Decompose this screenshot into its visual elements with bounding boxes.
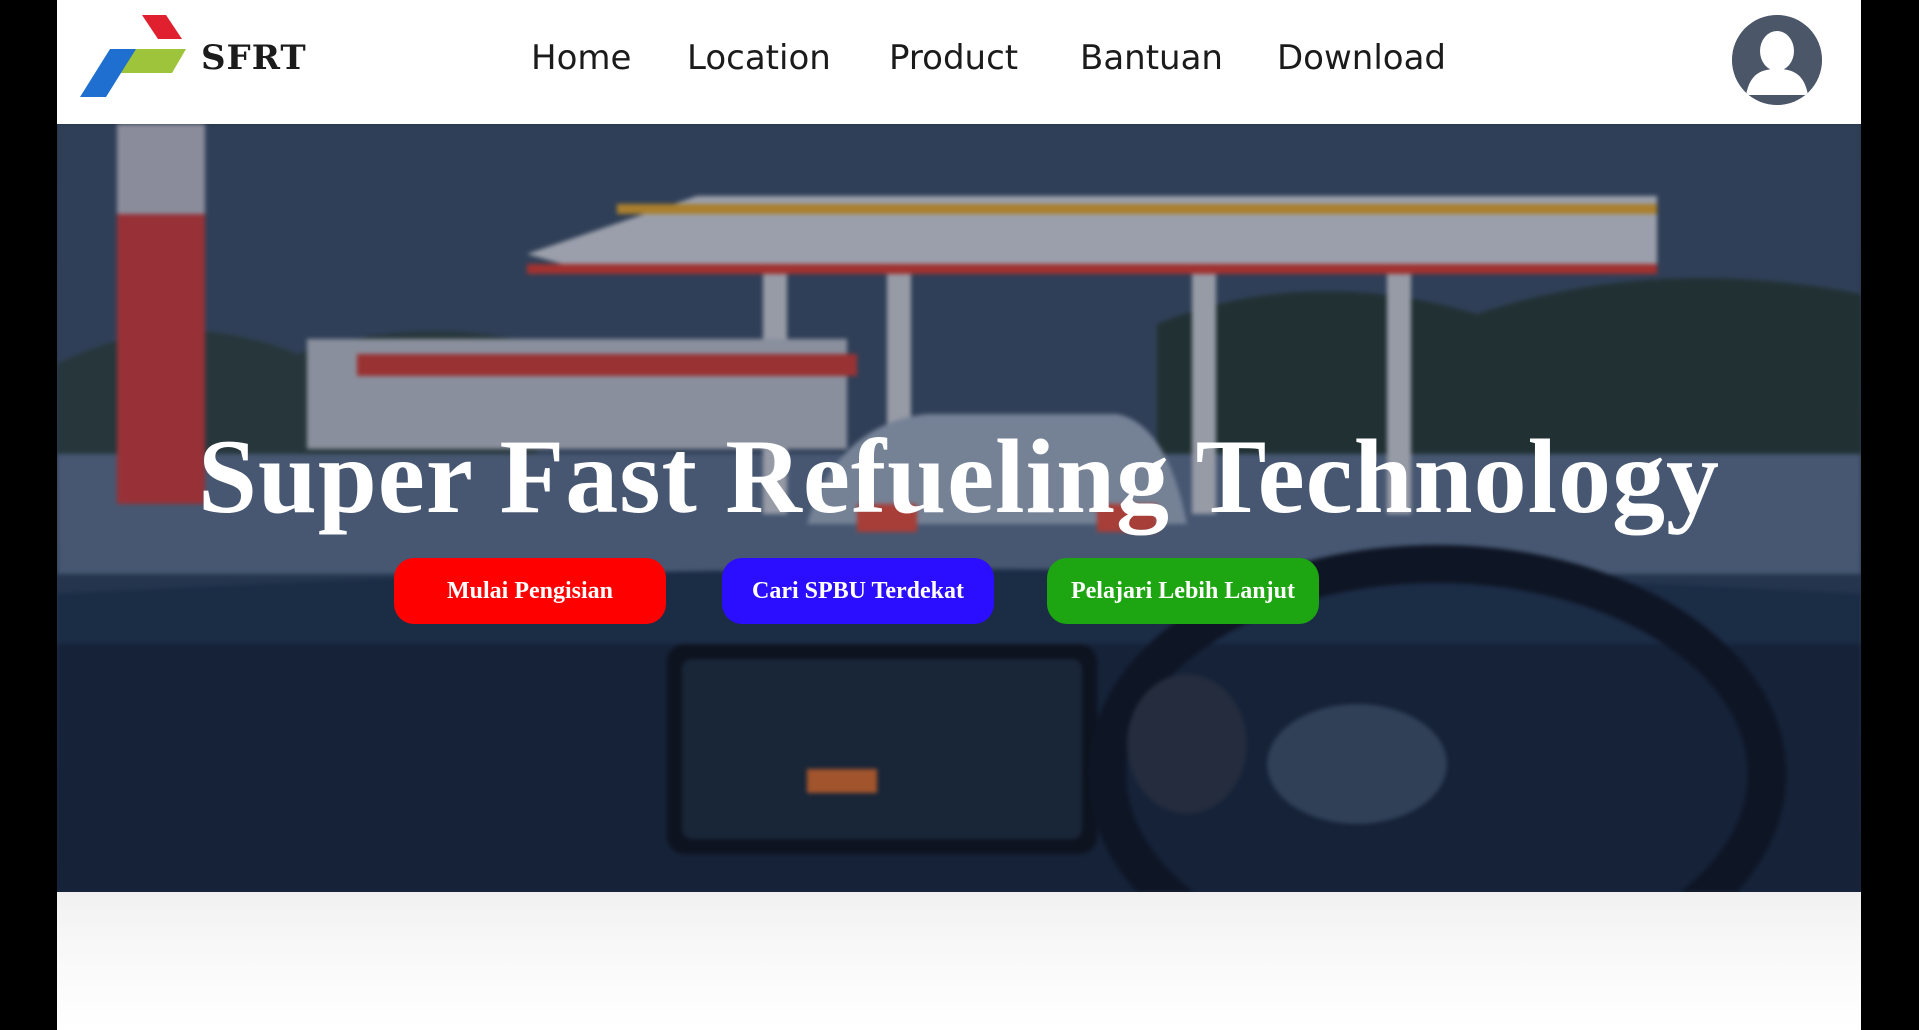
hero-section: Super Fast Refueling Technology Mulai Pe… xyxy=(57,124,1861,892)
nav-product[interactable]: Product xyxy=(889,38,1018,78)
site-header: SFRT Home Location Product Bantuan Downl… xyxy=(57,0,1861,124)
nav-bantuan[interactable]: Bantuan xyxy=(1080,38,1223,78)
find-nearest-station-button[interactable]: Cari SPBU Terdekat xyxy=(722,558,994,624)
user-avatar-button[interactable] xyxy=(1732,15,1822,105)
hero-title: Super Fast Refueling Technology xyxy=(197,418,1721,535)
nav-download[interactable]: Download xyxy=(1277,38,1446,78)
learn-more-button[interactable]: Pelajari Lebih Lanjut xyxy=(1047,558,1319,624)
nav-location[interactable]: Location xyxy=(687,38,831,78)
page: SFRT Home Location Product Bantuan Downl… xyxy=(57,0,1861,1030)
user-avatar-icon xyxy=(1732,15,1822,105)
nav-home[interactable]: Home xyxy=(531,38,631,78)
main-nav: Home Location Product Bantuan Download xyxy=(57,0,1861,124)
start-refueling-button[interactable]: Mulai Pengisian xyxy=(394,558,666,624)
content-section xyxy=(57,892,1861,1030)
